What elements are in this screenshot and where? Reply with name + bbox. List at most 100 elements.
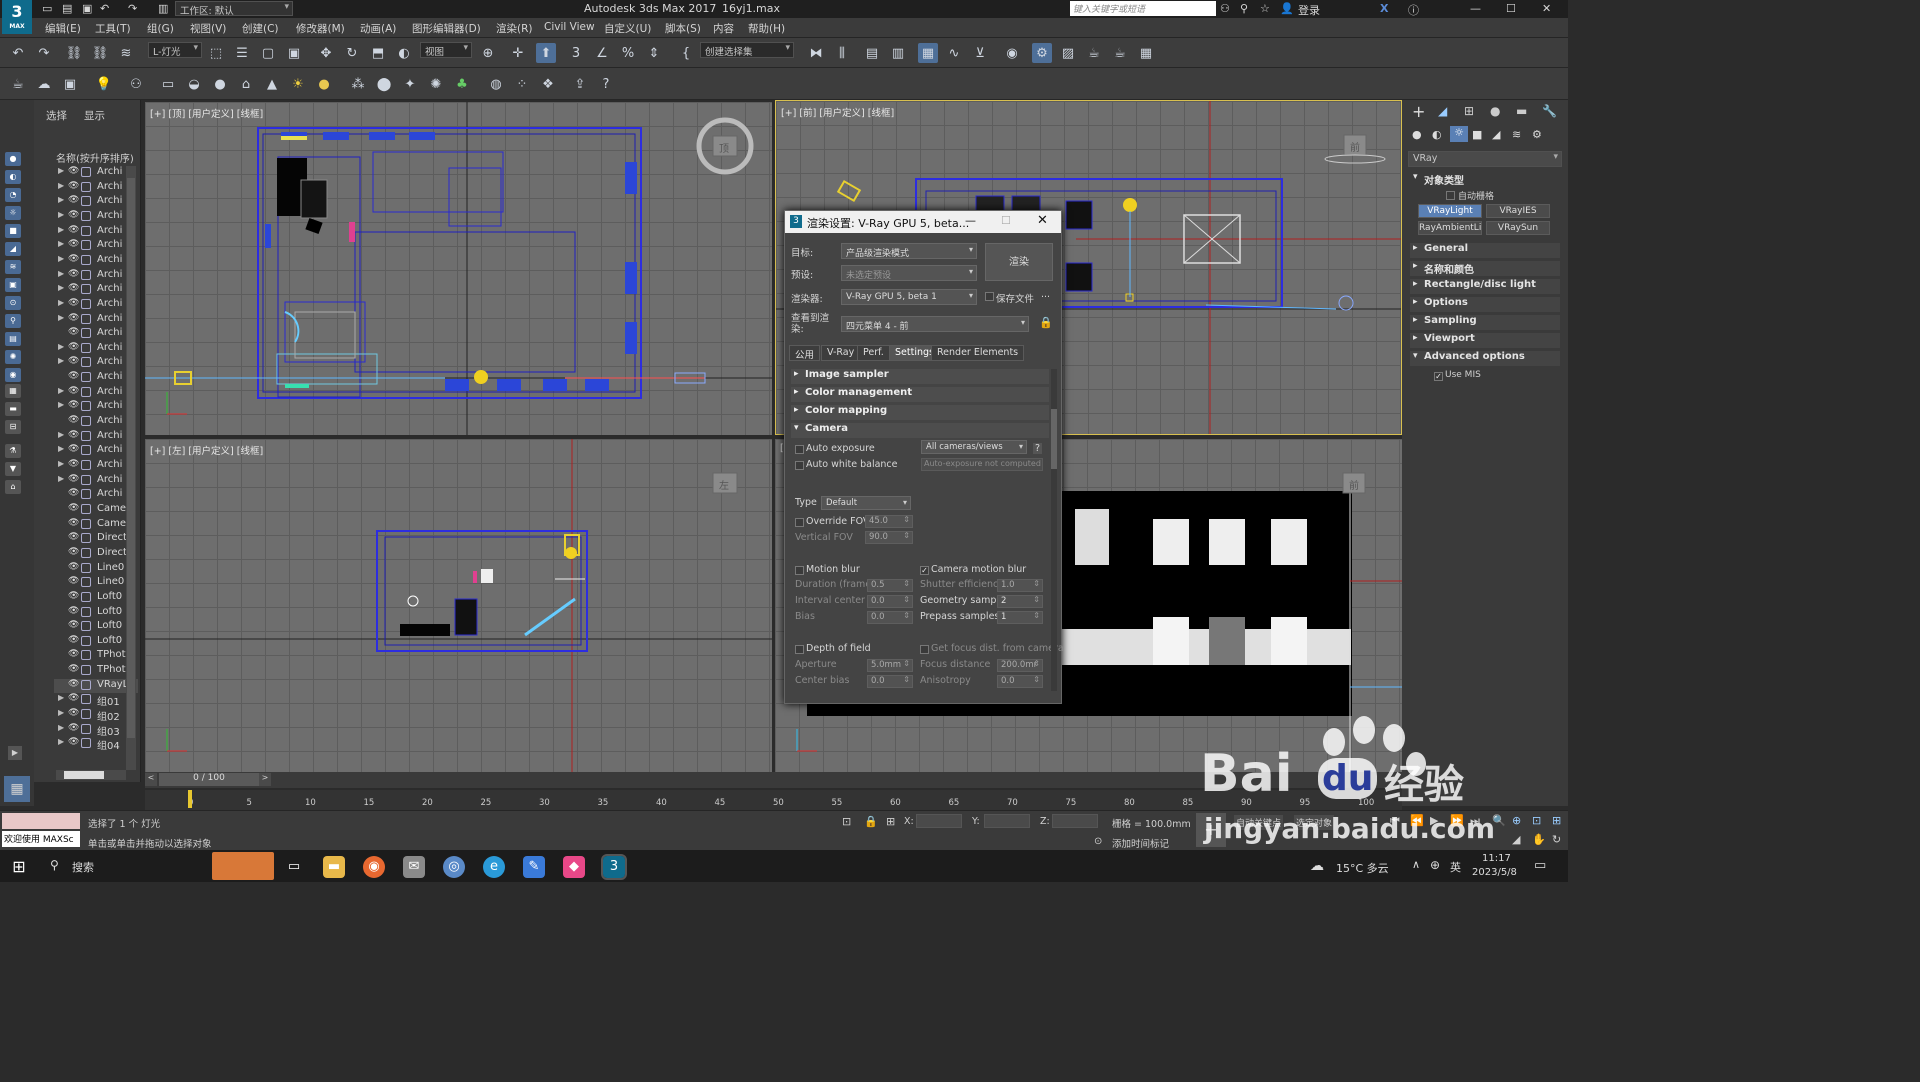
workspace-combo[interactable]: 工作区: 默认 <box>175 1 293 16</box>
auto-white-balance-checkbox[interactable] <box>795 461 804 470</box>
vray-clipper-icon[interactable]: ✺ <box>426 74 446 94</box>
visibility-eye-icon[interactable]: 👁 <box>68 693 79 703</box>
visibility-eye-icon[interactable]: 👁 <box>68 415 79 425</box>
vray-cloud-icon[interactable]: ☁ <box>34 74 54 94</box>
qa-redo-icon[interactable]: ↷ <box>128 2 137 15</box>
vray-help-icon[interactable]: ? <box>596 74 616 94</box>
view-cube-left-label[interactable]: 左 <box>719 477 729 492</box>
x-coord-field[interactable] <box>916 814 962 828</box>
visibility-eye-icon[interactable]: 👁 <box>68 195 79 205</box>
utilities-tab-icon[interactable]: 🔧 <box>1542 104 1557 118</box>
wechat-icon[interactable]: ✉ <box>403 856 425 878</box>
rollout-object-type[interactable]: 对象类型 <box>1410 172 1560 187</box>
display-groups-icon[interactable]: ▣ <box>5 278 21 292</box>
firefox-icon[interactable]: ◉ <box>363 856 385 878</box>
display-spacewarps-icon[interactable]: ≋ <box>5 260 21 274</box>
select-manipulate-icon[interactable]: ✛ <box>508 43 528 63</box>
visibility-eye-icon[interactable]: 👁 <box>68 737 79 747</box>
windows-start-icon[interactable]: ⊞ <box>8 856 30 878</box>
edge-icon[interactable]: e <box>483 856 505 878</box>
viewport-left[interactable]: 左 [+] [左] [用户定义] [线框] <box>145 439 772 772</box>
override-fov-checkbox[interactable] <box>795 518 804 527</box>
filter-icon[interactable]: ▼ <box>5 462 21 476</box>
camera-motion-blur-checkbox[interactable]: ✓ <box>920 566 929 575</box>
add-time-tag-label[interactable]: 添加时间标记 <box>1112 836 1169 850</box>
zoom-extents-icon[interactable]: ⊡ <box>1532 814 1541 827</box>
expand-triangle-icon[interactable]: ▶ <box>58 693 64 702</box>
weather-text[interactable]: 15°C 多云 <box>1336 860 1389 876</box>
visibility-eye-icon[interactable]: 👁 <box>68 430 79 440</box>
menu-civil-view[interactable]: Civil View <box>544 21 595 33</box>
rollout-image-sampler[interactable]: Image sampler <box>791 369 1049 384</box>
curve-editor-icon[interactable]: ∿ <box>944 43 964 63</box>
maxscript-mini-listener[interactable]: 欢迎使用 MAXSc <box>2 831 80 847</box>
place-icon[interactable]: ◐ <box>394 43 414 63</box>
absolute-mode-icon[interactable]: ⊞ <box>886 815 895 828</box>
visibility-eye-icon[interactable]: 👁 <box>68 400 79 410</box>
tab-render-elements[interactable]: Render Elements <box>931 345 1025 361</box>
visibility-eye-icon[interactable]: 👁 <box>68 386 79 396</box>
aperture-spinner[interactable]: 5.0mm <box>867 659 913 672</box>
display-cameras-icon[interactable]: ■ <box>5 224 21 238</box>
expand-triangle-icon[interactable]: ▶ <box>58 737 64 746</box>
link-icon[interactable]: ⛓ <box>64 43 84 63</box>
anisotropy-spinner[interactable]: 0.0 <box>997 675 1043 688</box>
expand-triangle-icon[interactable]: ▶ <box>58 166 64 175</box>
material-editor-icon[interactable]: ◉ <box>1002 43 1022 63</box>
tab-select[interactable]: 选择 <box>46 108 67 123</box>
visibility-eye-icon[interactable]: 👁 <box>68 459 79 469</box>
dialog-maximize-button[interactable]: ☐ <box>1001 214 1011 227</box>
render-button[interactable]: 渲染 <box>985 243 1053 281</box>
isolate-selection-icon[interactable]: ⊡ <box>842 815 851 828</box>
menu-animation[interactable]: 动画(A) <box>360 21 396 36</box>
hierarchy-tab-icon[interactable]: ⊞ <box>1464 104 1474 118</box>
dialog-minimize-button[interactable]: — <box>965 214 976 227</box>
override-fov-spinner[interactable]: 45.0 <box>865 515 913 528</box>
shapes-category-icon[interactable]: ◐ <box>1432 128 1442 141</box>
undo-icon[interactable]: ↶ <box>8 43 28 63</box>
display-lights-icon[interactable]: ☼ <box>5 206 21 220</box>
visibility-eye-icon[interactable]: 👁 <box>68 327 79 337</box>
display-xrefs-icon[interactable]: ⊙ <box>5 296 21 310</box>
visibility-eye-icon[interactable]: 👁 <box>68 283 79 293</box>
pan-icon[interactable]: ✋ <box>1532 833 1546 846</box>
visibility-eye-icon[interactable]: 👁 <box>68 606 79 616</box>
rollout-camera[interactable]: Camera <box>791 423 1049 438</box>
vray-balls-icon[interactable]: ❖ <box>538 74 558 94</box>
display-frozen-icon[interactable]: ◉ <box>5 368 21 382</box>
visibility-eye-icon[interactable]: 👁 <box>68 342 79 352</box>
geometry-samples-spinner[interactable]: 2 <box>997 595 1043 608</box>
visibility-eye-icon[interactable]: 👁 <box>68 313 79 323</box>
user-icon[interactable]: 👤 <box>1280 2 1294 15</box>
menu-modifiers[interactable]: 修改器(M) <box>296 21 345 36</box>
tray-chevron-icon[interactable]: ∧ <box>1412 858 1420 871</box>
close-button[interactable]: ✕ <box>1542 2 1551 15</box>
cameras-category-icon[interactable]: ■ <box>1472 128 1482 141</box>
dialog-scrollbar[interactable] <box>1051 369 1057 691</box>
expand-triangle-icon[interactable]: ▶ <box>58 723 64 732</box>
help-icon[interactable]: ⓘ <box>1408 2 1419 18</box>
display-none-icon[interactable]: ● <box>5 152 21 166</box>
qa-new-icon[interactable]: ▭ <box>42 2 52 15</box>
visibility-eye-icon[interactable]: 👁 <box>68 620 79 630</box>
visibility-eye-icon[interactable]: 👁 <box>68 269 79 279</box>
browser-icon[interactable]: ◎ <box>443 856 465 878</box>
display-children-icon[interactable]: ⊟ <box>5 420 21 434</box>
keyboard-shortcut-icon[interactable]: ⬆ <box>536 43 556 63</box>
display-particles-icon[interactable]: ▤ <box>5 332 21 346</box>
expand-triangle-icon[interactable]: ▶ <box>58 708 64 717</box>
helpers-category-icon[interactable]: ◢ <box>1492 128 1500 141</box>
renderer-combo[interactable]: V-Ray GPU 5, beta 1 <box>841 289 977 305</box>
vertical-fov-spinner[interactable]: 90.0 <box>865 531 913 544</box>
selection-filter-combo[interactable]: L-灯光 <box>148 42 202 58</box>
tab-display[interactable]: 显示 <box>84 108 105 123</box>
app-icon[interactable]: ◆ <box>563 856 585 878</box>
expand-triangle-icon[interactable]: ▶ <box>58 356 64 365</box>
visibility-eye-icon[interactable]: 👁 <box>68 488 79 498</box>
view-cube-persp-label[interactable]: 前 <box>1349 477 1359 492</box>
vrayies-button[interactable]: VRayIES <box>1486 204 1550 218</box>
visibility-eye-icon[interactable]: 👁 <box>68 576 79 586</box>
display-helpers-icon[interactable]: ◢ <box>5 242 21 256</box>
visibility-eye-icon[interactable]: 👁 <box>68 518 79 528</box>
expand-triangle-icon[interactable]: ▶ <box>58 400 64 409</box>
